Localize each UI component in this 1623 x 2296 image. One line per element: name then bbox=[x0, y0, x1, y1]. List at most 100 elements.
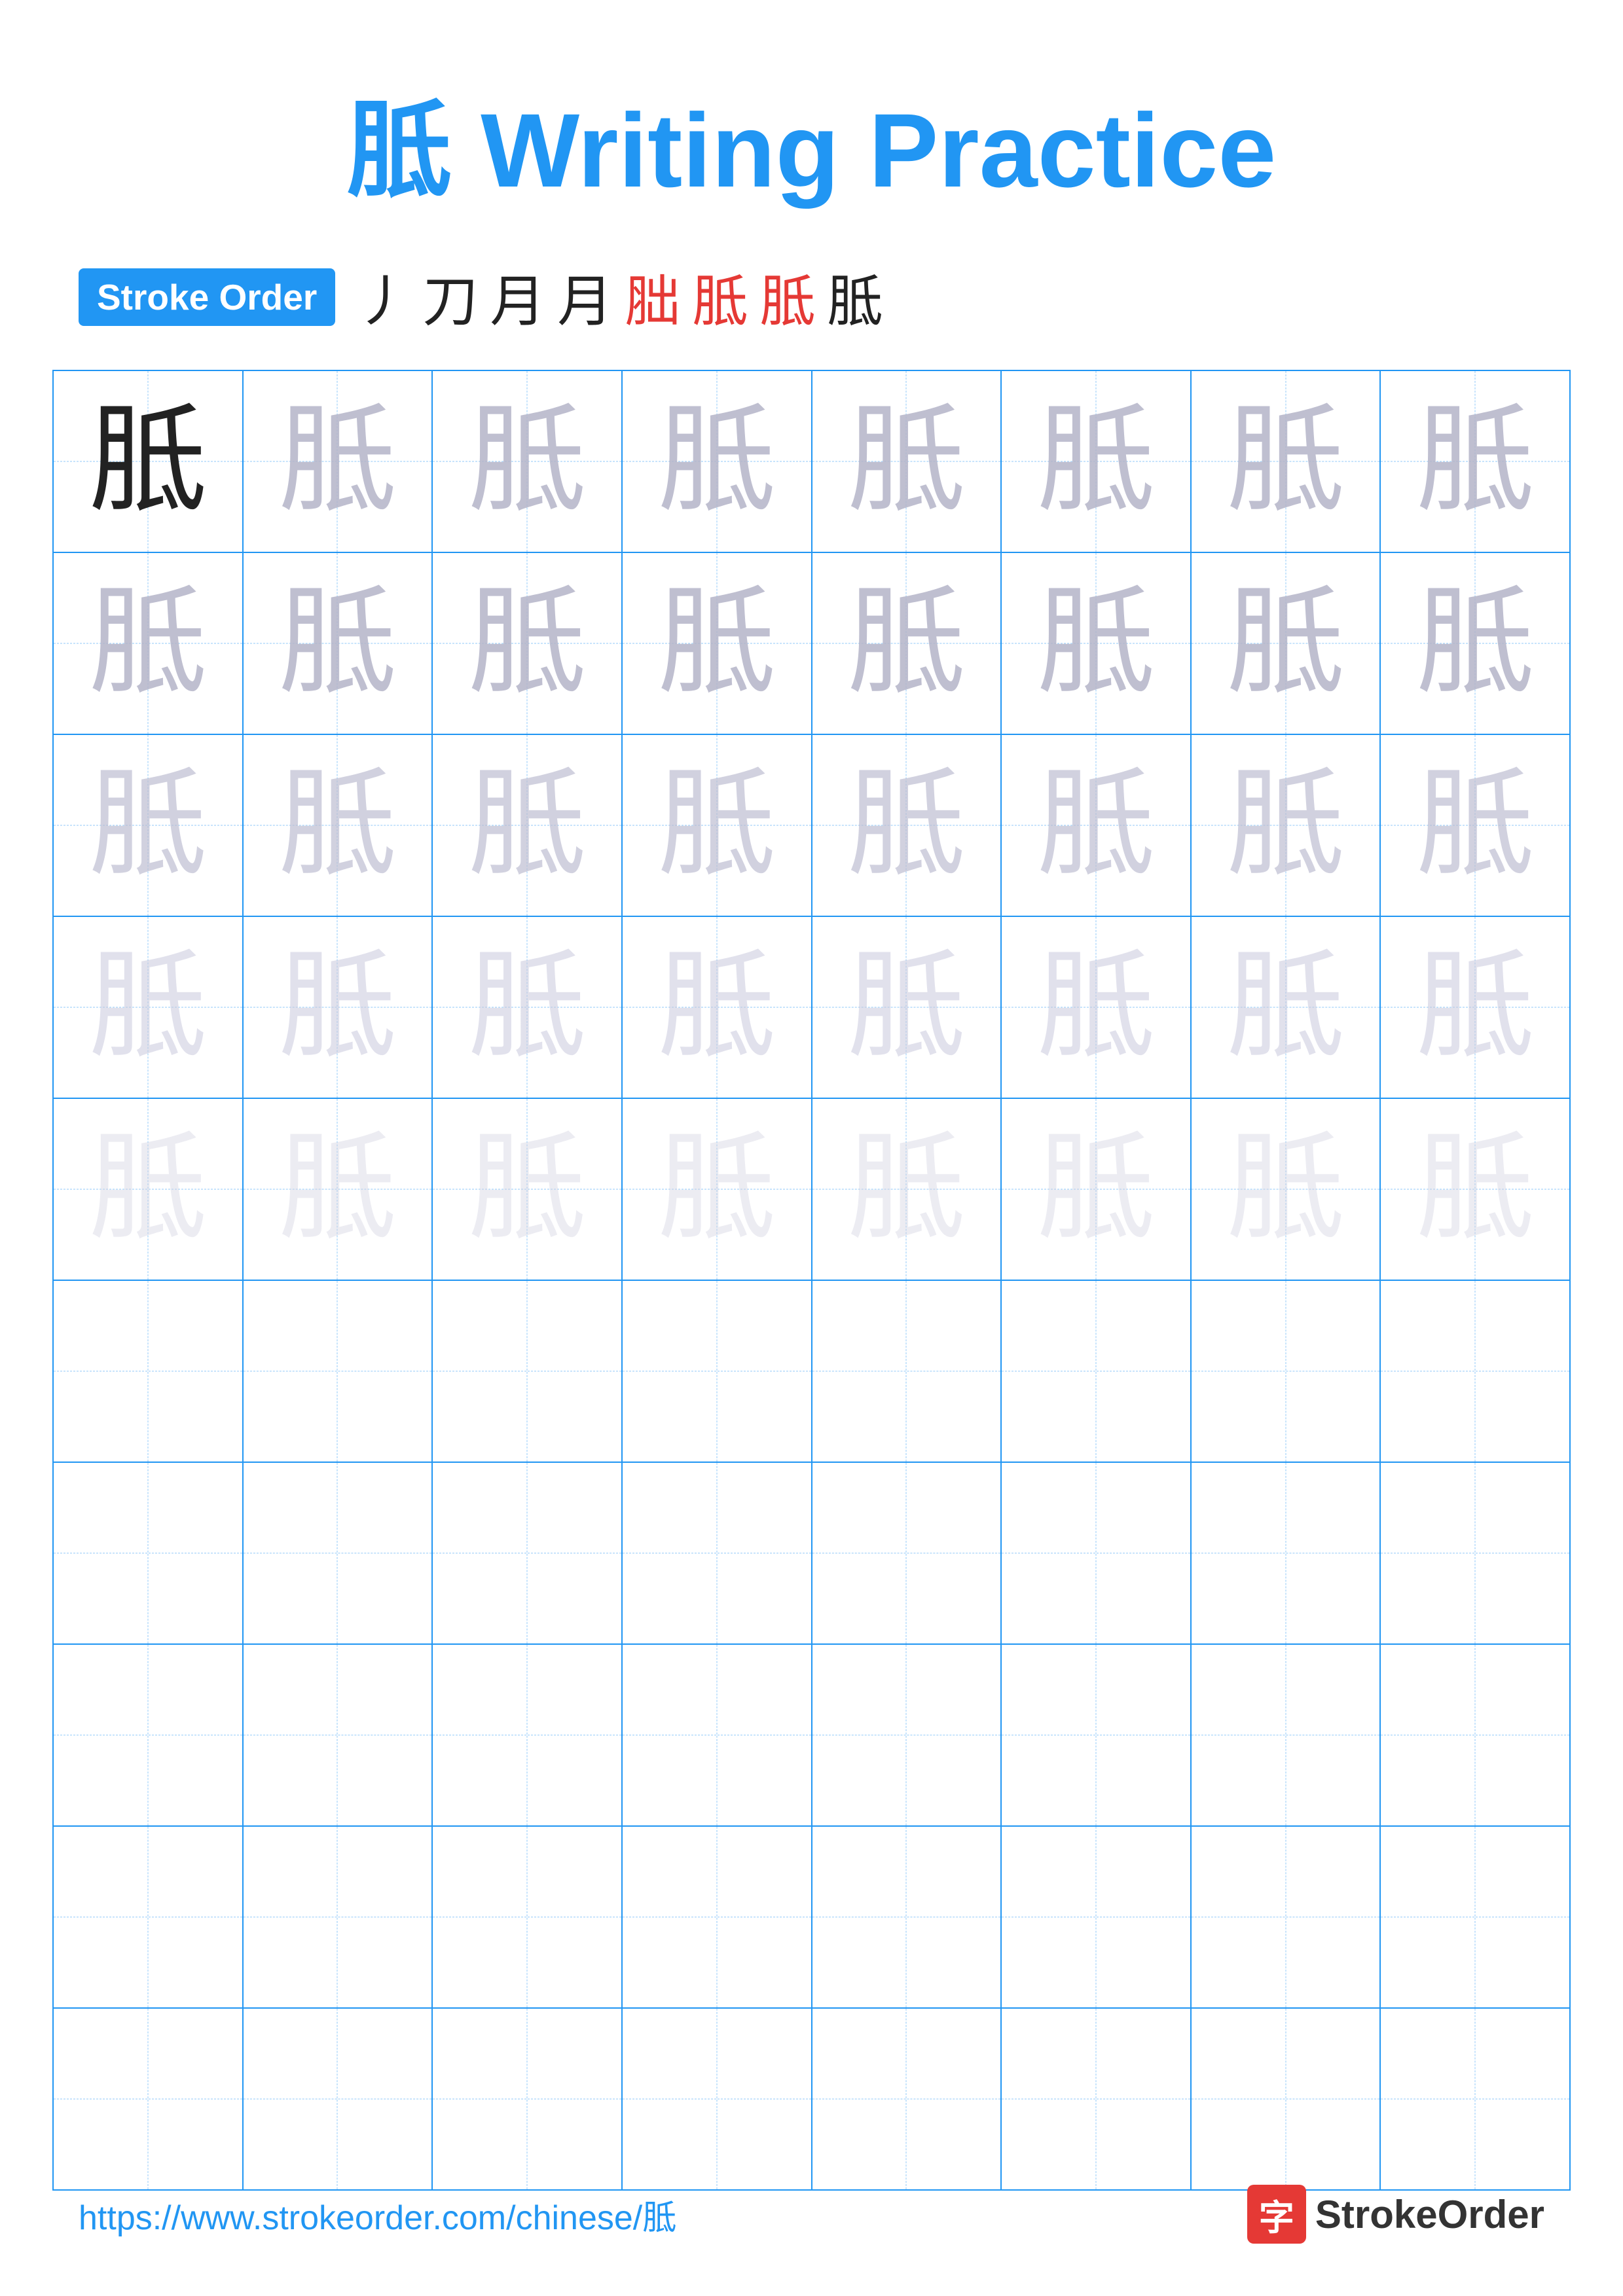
grid-cell[interactable]: 胝 bbox=[812, 734, 1002, 916]
grid-cell[interactable]: 胝 bbox=[432, 1098, 622, 1280]
grid-cell[interactable]: 胝 bbox=[1001, 734, 1191, 916]
grid-cell[interactable]: 胝 bbox=[432, 734, 622, 916]
grid-cell[interactable]: 胝 bbox=[53, 916, 243, 1098]
grid-cell[interactable]: 胝 bbox=[1001, 916, 1191, 1098]
grid-cell[interactable]: 胝 bbox=[432, 916, 622, 1098]
grid-cell[interactable]: 胝 bbox=[243, 1462, 433, 1644]
grid-cell[interactable]: 胝 bbox=[1001, 552, 1191, 734]
grid-cell[interactable]: 胝 bbox=[53, 734, 243, 916]
grid-cell[interactable]: 胝 bbox=[812, 2008, 1002, 2190]
practice-grid-wrapper: 胝胝胝胝胝胝胝胝胝胝胝胝胝胝胝胝胝胝胝胝胝胝胝胝胝胝胝胝胝胝胝胝胝胝胝胝胝胝胝胝… bbox=[0, 370, 1623, 2191]
grid-cell[interactable]: 胝 bbox=[1380, 1280, 1570, 1462]
cell-char: 胝 bbox=[658, 1852, 776, 1982]
grid-cell[interactable]: 胝 bbox=[622, 1644, 812, 1826]
grid-cell[interactable]: 胝 bbox=[622, 1462, 812, 1644]
grid-cell[interactable]: 胝 bbox=[812, 370, 1002, 552]
grid-cell[interactable]: 胝 bbox=[432, 1644, 622, 1826]
grid-cell[interactable]: 胝 bbox=[243, 734, 433, 916]
grid-cell[interactable]: 胝 bbox=[1380, 552, 1570, 734]
grid-cell[interactable]: 胝 bbox=[432, 552, 622, 734]
grid-cell[interactable]: 胝 bbox=[622, 734, 812, 916]
grid-cell[interactable]: 胝 bbox=[1380, 734, 1570, 916]
grid-cell[interactable]: 胝 bbox=[812, 1826, 1002, 2008]
grid-cell[interactable]: 胝 bbox=[432, 2008, 622, 2190]
grid-cell[interactable]: 胝 bbox=[432, 1462, 622, 1644]
grid-cell[interactable]: 胝 bbox=[432, 370, 622, 552]
grid-cell[interactable]: 胝 bbox=[53, 1644, 243, 1826]
grid-cell[interactable]: 胝 bbox=[1191, 1644, 1381, 1826]
grid-cell[interactable]: 胝 bbox=[812, 552, 1002, 734]
cell-char: 胝 bbox=[658, 1488, 776, 1618]
grid-cell[interactable]: 胝 bbox=[1001, 2008, 1191, 2190]
grid-cell[interactable]: 胝 bbox=[622, 916, 812, 1098]
grid-cell[interactable]: 胝 bbox=[622, 2008, 812, 2190]
grid-cell[interactable]: 胝 bbox=[1191, 1280, 1381, 1462]
grid-cell[interactable]: 胝 bbox=[812, 1644, 1002, 1826]
grid-cell[interactable]: 胝 bbox=[243, 1280, 433, 1462]
grid-cell[interactable]: 胝 bbox=[243, 1826, 433, 2008]
grid-cell[interactable]: 胝 bbox=[432, 1280, 622, 1462]
stroke-1: 丿 bbox=[355, 257, 410, 337]
grid-cell[interactable]: 胝 bbox=[1191, 1098, 1381, 1280]
grid-cell[interactable]: 胝 bbox=[622, 1098, 812, 1280]
grid-cell[interactable]: 胝 bbox=[53, 1098, 243, 1280]
grid-cell[interactable]: 胝 bbox=[243, 2008, 433, 2190]
cell-char: 胝 bbox=[658, 1306, 776, 1436]
grid-cell[interactable]: 胝 bbox=[53, 2008, 243, 2190]
cell-char: 胝 bbox=[89, 1852, 207, 1982]
grid-cell[interactable]: 胝 bbox=[1191, 916, 1381, 1098]
grid-cell[interactable]: 胝 bbox=[1380, 1826, 1570, 2008]
grid-cell[interactable]: 胝 bbox=[1001, 1644, 1191, 1826]
grid-cell[interactable]: 胝 bbox=[1380, 370, 1570, 552]
grid-cell[interactable]: 胝 bbox=[1380, 916, 1570, 1098]
cell-char: 胝 bbox=[1416, 578, 1534, 708]
grid-cell[interactable]: 胝 bbox=[243, 370, 433, 552]
cell-char: 胝 bbox=[847, 1124, 965, 1254]
cell-char: 胝 bbox=[278, 1306, 396, 1436]
grid-cell[interactable]: 胝 bbox=[243, 552, 433, 734]
grid-cell[interactable]: 胝 bbox=[622, 1280, 812, 1462]
grid-cell[interactable]: 胝 bbox=[622, 1826, 812, 2008]
grid-cell[interactable]: 胝 bbox=[1001, 1826, 1191, 2008]
grid-cell[interactable]: 胝 bbox=[1001, 370, 1191, 552]
grid-cell[interactable]: 胝 bbox=[53, 1462, 243, 1644]
grid-cell[interactable]: 胝 bbox=[1380, 1644, 1570, 1826]
grid-cell[interactable]: 胝 bbox=[1191, 1462, 1381, 1644]
grid-cell[interactable]: 胝 bbox=[812, 1462, 1002, 1644]
cell-char: 胝 bbox=[1227, 1670, 1345, 1800]
grid-cell[interactable]: 胝 bbox=[1191, 1826, 1381, 2008]
grid-cell[interactable]: 胝 bbox=[1380, 1462, 1570, 1644]
cell-char: 胝 bbox=[1227, 760, 1345, 890]
grid-cell[interactable]: 胝 bbox=[1001, 1462, 1191, 1644]
grid-cell[interactable]: 胝 bbox=[622, 370, 812, 552]
grid-cell[interactable]: 胝 bbox=[1191, 734, 1381, 916]
grid-cell[interactable]: 胝 bbox=[1380, 2008, 1570, 2190]
grid-cell[interactable]: 胝 bbox=[1001, 1098, 1191, 1280]
grid-cell[interactable]: 胝 bbox=[1191, 2008, 1381, 2190]
grid-cell[interactable]: 胝 bbox=[1001, 1280, 1191, 1462]
grid-cell[interactable]: 胝 bbox=[243, 1098, 433, 1280]
grid-cell[interactable]: 胝 bbox=[243, 1644, 433, 1826]
grid-cell[interactable]: 胝 bbox=[243, 916, 433, 1098]
grid-cell[interactable]: 胝 bbox=[1191, 552, 1381, 734]
footer-logo-icon: 字 bbox=[1247, 2185, 1306, 2244]
grid-cell[interactable]: 胝 bbox=[1191, 370, 1381, 552]
cell-char: 胝 bbox=[658, 1670, 776, 1800]
grid-cell[interactable]: 胝 bbox=[53, 552, 243, 734]
stroke-5: 胐 bbox=[625, 257, 680, 337]
grid-cell[interactable]: 胝 bbox=[53, 1280, 243, 1462]
grid-cell[interactable]: 胝 bbox=[1380, 1098, 1570, 1280]
grid-cell[interactable]: 胝 bbox=[812, 1098, 1002, 1280]
grid-cell[interactable]: 胝 bbox=[53, 1826, 243, 2008]
cell-char: 胝 bbox=[278, 396, 396, 526]
grid-cell[interactable]: 胝 bbox=[622, 552, 812, 734]
cell-char: 胝 bbox=[1037, 578, 1155, 708]
grid-cell[interactable]: 胝 bbox=[812, 1280, 1002, 1462]
grid-cell[interactable]: 胝 bbox=[432, 1826, 622, 2008]
grid-cell[interactable]: 胝 bbox=[53, 370, 243, 552]
stroke-8: 胝 bbox=[827, 257, 883, 337]
cell-char: 胝 bbox=[1037, 2034, 1155, 2164]
cell-char: 胝 bbox=[1037, 1306, 1155, 1436]
grid-cell[interactable]: 胝 bbox=[812, 916, 1002, 1098]
cell-char: 胝 bbox=[1416, 1488, 1534, 1618]
